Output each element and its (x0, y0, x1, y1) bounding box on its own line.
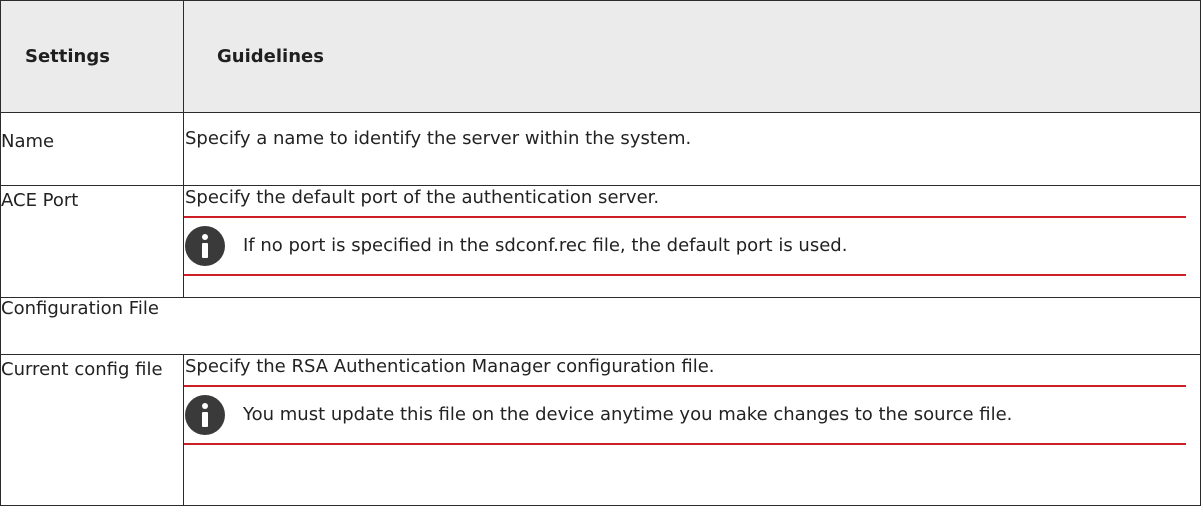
setting-name-label: Name (0, 112, 184, 186)
table-row-configuration-file: Configuration File (0, 297, 1201, 355)
section-configuration-file: Configuration File (0, 297, 1201, 355)
info-icon (185, 395, 225, 435)
setting-ace-port-label: ACE Port (0, 185, 184, 298)
settings-table: Settings Guidelines Name Specify a name … (0, 0, 1201, 506)
guideline-ace-port: Specify the default port of the authenti… (183, 185, 1201, 298)
guideline-name: Specify a name to identify the server wi… (183, 112, 1201, 186)
current-config-note: You must update this file on the device … (184, 387, 1200, 443)
table-row-name: Name Specify a name to identify the serv… (0, 112, 1201, 186)
ace-port-note-text: If no port is specified in the sdconf.re… (243, 235, 848, 256)
guideline-name-text: Specify a name to identify the server wi… (185, 128, 692, 149)
header-guidelines: Guidelines (183, 0, 1201, 113)
table-header-row: Settings Guidelines (0, 0, 1201, 113)
guideline-current-config-file-text: Specify the RSA Authentication Manager c… (185, 356, 715, 377)
note-bottom-rule (184, 274, 1186, 276)
setting-current-config-file-label: Current config file (0, 354, 184, 506)
ace-port-note: If no port is specified in the sdconf.re… (184, 218, 1200, 274)
table-row-current-config-file: Current config file Specify the RSA Auth… (0, 354, 1201, 506)
guideline-ace-port-text: Specify the default port of the authenti… (185, 187, 660, 208)
header-settings: Settings (0, 0, 184, 113)
guideline-current-config-file: Specify the RSA Authentication Manager c… (183, 354, 1201, 506)
note-bottom-rule (184, 443, 1186, 445)
current-config-note-text: You must update this file on the device … (243, 404, 1013, 425)
table-row-ace-port: ACE Port Specify the default port of the… (0, 185, 1201, 298)
info-icon (185, 226, 225, 266)
